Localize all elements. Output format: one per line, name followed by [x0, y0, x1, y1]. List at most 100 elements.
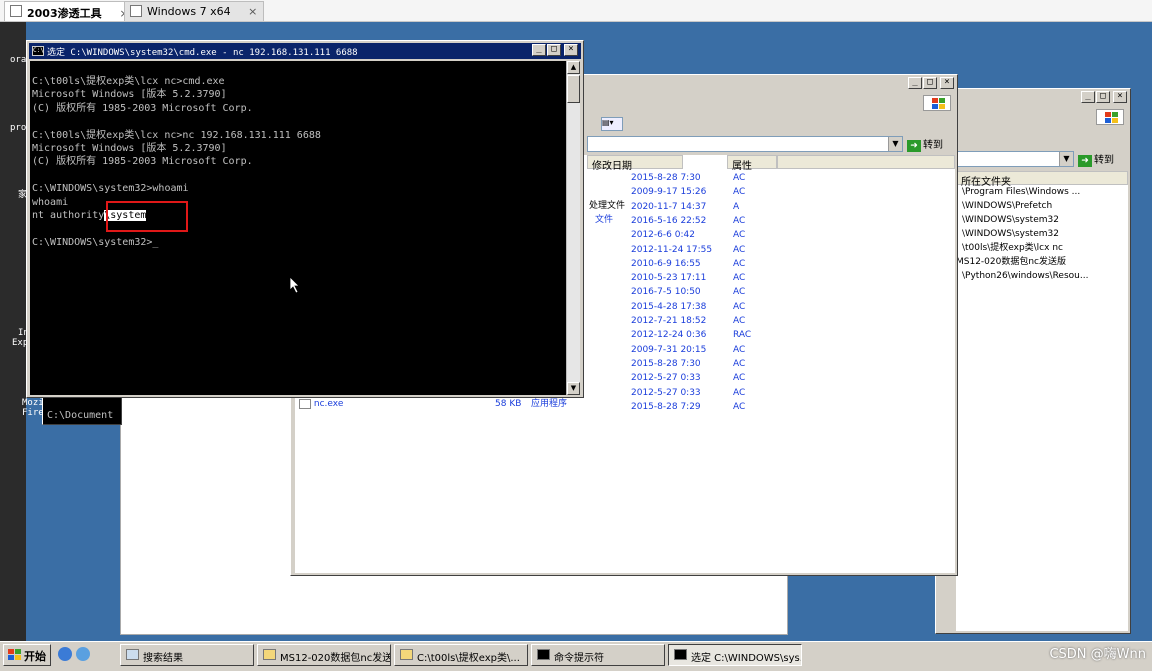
taskbar-item-tools-folder[interactable]: C:\t00ls\提权exp类\... — [394, 644, 528, 666]
taskbar-item-cmd[interactable]: 命令提示符 — [531, 644, 665, 666]
column-header-date[interactable]: 修改日期 — [587, 155, 683, 172]
windows-flag-icon — [8, 649, 21, 661]
vm-tab-2003[interactable]: 2003渗透工具 × — [4, 1, 136, 21]
row-attr[interactable]: AC — [733, 371, 745, 385]
maximize-icon[interactable]: □ — [923, 77, 937, 89]
console-line: (C) 版权所有 1985-2003 Microsoft Corp. — [32, 156, 253, 168]
list-item[interactable]: \Python26\windows\Resou... — [962, 269, 1088, 283]
row-date[interactable]: 2010-5-23 17:11 — [631, 271, 706, 285]
row-attr[interactable]: AC — [733, 314, 745, 328]
desktop-icon-label[interactable]: ora — [10, 55, 26, 65]
minimize-icon[interactable]: _ — [1081, 91, 1095, 103]
address-bar[interactable]: ▼ — [587, 136, 903, 152]
column-header-folder[interactable]: 所在文件夹 — [956, 171, 1128, 188]
scroll-up-icon[interactable]: ▲ — [567, 61, 580, 74]
row-attr[interactable]: AC — [733, 214, 745, 228]
row-date[interactable]: 2016-5-16 22:52 — [631, 214, 706, 228]
row-attr[interactable]: AC — [733, 285, 745, 299]
row-date[interactable]: 2012-5-27 0:33 — [631, 386, 701, 400]
console-line: C:\t00ls\提权exp类\lcx nc>nc 192.168.131.11… — [32, 129, 321, 141]
maximize-icon[interactable]: □ — [547, 44, 561, 56]
row-date[interactable]: 2015-8-28 7:30 — [631, 171, 701, 185]
list-item[interactable]: \t00ls\提权exp类\lcx nc — [962, 241, 1063, 255]
titlebar[interactable]: _ □ × — [936, 89, 1130, 107]
scroll-thumb[interactable] — [567, 75, 580, 103]
row-attr[interactable]: AC — [733, 171, 745, 185]
explorer-window-right[interactable]: _ □ × ▼ ➜ 转到 所在文件夹 \Program Files\Windows… — [935, 88, 1131, 634]
row-attr[interactable]: AC — [733, 257, 745, 271]
row-date[interactable]: 2015-8-28 7:30 — [631, 357, 701, 371]
windows-logo-icon — [923, 95, 951, 111]
close-icon[interactable]: × — [1113, 91, 1127, 103]
go-button[interactable]: ➜ 转到 — [1078, 151, 1114, 167]
taskbar-item-search[interactable]: 搜索结果 — [120, 644, 254, 666]
views-icon[interactable]: ▤▾ — [601, 117, 623, 131]
row-attr[interactable]: AC — [733, 400, 745, 414]
close-icon[interactable]: × — [564, 44, 578, 56]
background-cmd-text: C:\Document — [47, 410, 114, 421]
go-button[interactable]: ➜ 转到 — [907, 136, 943, 152]
chevron-down-icon[interactable]: ▼ — [888, 137, 902, 151]
row-date[interactable]: 2012-5-27 0:33 — [631, 371, 701, 385]
row-attr[interactable]: AC — [733, 228, 745, 242]
row-attr[interactable]: AC — [733, 386, 745, 400]
explorer-quicklaunch-icon[interactable] — [76, 647, 90, 661]
console-line: C:\t00ls\提权exp类\lcx nc>cmd.exe — [32, 76, 225, 87]
row-date[interactable]: 2020-11-7 14:37 — [631, 200, 706, 214]
row-date[interactable]: 2010-6-9 16:55 — [631, 257, 701, 271]
file-list[interactable]: 所在文件夹 \Program Files\Windows ... \WINDOW… — [956, 171, 1128, 631]
scroll-down-icon[interactable]: ▼ — [567, 382, 580, 395]
mouse-cursor-icon — [289, 276, 300, 294]
row-date[interactable]: 2012-11-24 17:55 — [631, 243, 712, 257]
row-date[interactable]: 2016-7-5 10:50 — [631, 285, 701, 299]
row-date[interactable]: 2012-6-6 0:42 — [631, 228, 695, 242]
titlebar[interactable]: C:\ 选定 C:\WINDOWS\system32\cmd.exe - nc … — [29, 43, 581, 59]
list-item[interactable]: \WINDOWS\system32 — [962, 227, 1059, 241]
row-date[interactable]: 2009-7-31 20:15 — [631, 343, 706, 357]
ie-icon[interactable] — [58, 647, 72, 661]
taskbar-item-label: 命令提示符 — [554, 653, 604, 664]
row-attr[interactable]: RAC — [733, 328, 751, 342]
desktop-icon-label[interactable]: Fire — [22, 408, 44, 418]
row-date[interactable]: 2012-7-21 18:52 — [631, 314, 706, 328]
cmd-icon: C:\ — [32, 46, 44, 56]
row-attr[interactable]: AC — [733, 271, 745, 285]
close-icon[interactable]: × — [940, 77, 954, 89]
minimize-icon[interactable]: _ — [908, 77, 922, 89]
row-date[interactable]: 2015-8-28 7:29 — [631, 400, 701, 414]
maximize-icon[interactable]: □ — [1096, 91, 1110, 103]
list-item[interactable]: \WINDOWS\Prefetch — [962, 199, 1052, 213]
row-attr[interactable]: AC — [733, 243, 745, 257]
command-prompt[interactable]: C:\WINDOWS\system32>_ — [32, 236, 568, 249]
taskbar-item-label: 选定 C:\WINDOWS\sys... — [691, 653, 802, 664]
taskbar-item-ms12[interactable]: MS12-020数据包nc发送版 — [257, 644, 391, 666]
close-icon[interactable]: × — [248, 5, 257, 18]
list-item[interactable]: \WINDOWS\system32 — [962, 213, 1059, 227]
row-attr[interactable]: AC — [733, 357, 745, 371]
list-item[interactable]: MS12-020数据包nc发送版 — [956, 255, 1066, 269]
vm-tab-win7[interactable]: Windows 7 x64 × — [124, 1, 265, 21]
chevron-down-icon[interactable]: ▼ — [1059, 152, 1073, 166]
row-attr[interactable]: AC — [733, 300, 745, 314]
list-item[interactable]: \Program Files\Windows ... — [962, 185, 1080, 199]
column-header-empty[interactable] — [777, 155, 955, 169]
row-attr[interactable]: AC — [733, 185, 745, 199]
row-attr[interactable]: AC — [733, 343, 745, 357]
start-button[interactable]: 开始 — [3, 644, 51, 666]
list-item[interactable]: nc.exe — [299, 397, 343, 411]
go-arrow-icon: ➜ — [907, 140, 921, 152]
row-attr[interactable]: A — [733, 200, 739, 214]
go-arrow-icon: ➜ — [1078, 155, 1092, 167]
taskbar-item-label: MS12-020数据包nc发送版 — [280, 653, 391, 664]
vertical-scrollbar[interactable]: ▲ ▼ — [566, 61, 580, 395]
column-header-attr[interactable]: 属性 — [727, 155, 777, 172]
row-date[interactable]: 2015-4-28 17:38 — [631, 300, 706, 314]
background-cmd-window[interactable]: C:\Document — [42, 395, 122, 425]
row-date[interactable]: 2012-12-24 0:36 — [631, 328, 706, 342]
row-date[interactable]: 2009-9-17 15:26 — [631, 185, 706, 199]
desktop-icon-label[interactable]: Mozi — [22, 398, 44, 408]
minimize-icon[interactable]: _ — [532, 44, 546, 56]
address-bar[interactable]: ▼ — [956, 151, 1074, 167]
desktop-icon-label[interactable]: pro — [10, 123, 26, 133]
taskbar-item-cmd-selected[interactable]: 选定 C:\WINDOWS\sys... — [668, 644, 802, 666]
